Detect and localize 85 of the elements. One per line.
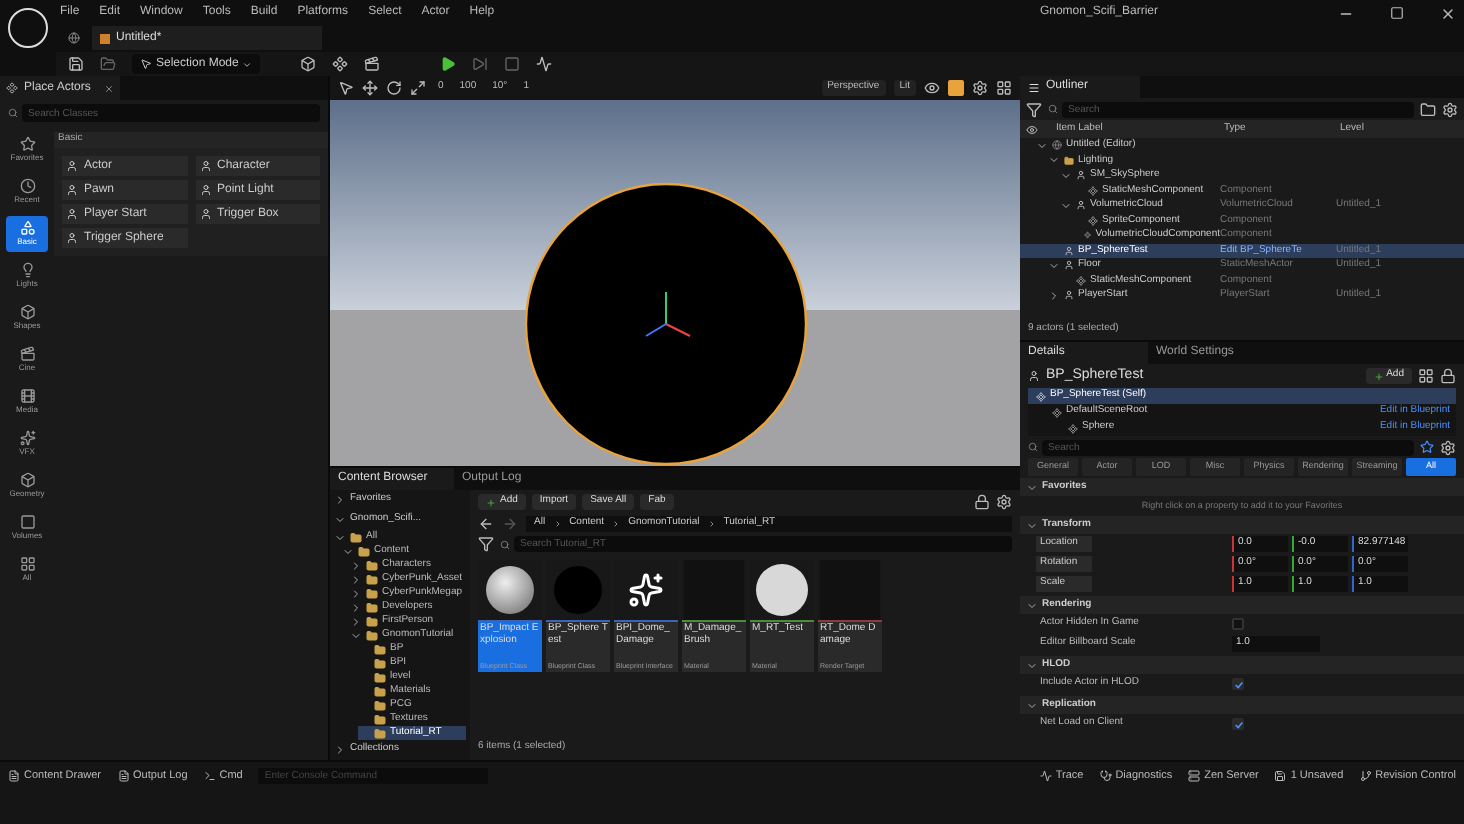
component-icon	[1084, 230, 1092, 241]
component-icon	[1036, 391, 1046, 401]
plus-icon	[1374, 371, 1385, 381]
actor-icon	[66, 160, 78, 172]
terminal-icon	[203, 770, 216, 782]
drawer-icon	[8, 770, 20, 782]
settings-icon[interactable]	[996, 494, 1012, 510]
actor-icon	[1064, 290, 1074, 301]
component-icon	[1088, 185, 1098, 196]
maximize-icon[interactable]	[1390, 6, 1404, 20]
diagnostics-icon	[1099, 770, 1112, 782]
actor-icon	[1076, 170, 1086, 181]
grid-icon	[19, 556, 35, 572]
visibility-icon	[1026, 123, 1038, 135]
layout-icon[interactable]	[996, 80, 1012, 96]
actor-icon	[199, 184, 211, 196]
star-icon[interactable]	[1420, 440, 1434, 454]
actor-icon	[1028, 370, 1040, 382]
actor-icon	[66, 184, 78, 196]
component-icon	[1052, 407, 1062, 417]
search-icon	[8, 108, 18, 118]
component-icon	[1088, 215, 1098, 226]
cinematics-icon[interactable]	[364, 56, 381, 72]
branch-icon	[1359, 770, 1372, 782]
caret-icon	[242, 59, 253, 69]
dark-thumbnail	[820, 560, 880, 620]
search-icon	[500, 539, 510, 549]
actor-icon	[1064, 245, 1074, 256]
select-tool-icon[interactable]	[338, 80, 354, 96]
play-icon[interactable]	[440, 56, 457, 72]
actor-icon	[1076, 200, 1086, 211]
plus-icon	[486, 497, 496, 507]
sparkle-icon	[628, 572, 664, 608]
checkbox[interactable]	[1232, 718, 1244, 730]
back-icon[interactable]	[478, 516, 494, 532]
actor-icon	[1064, 260, 1074, 271]
clapperboard-icon	[19, 346, 35, 362]
sparkles-icon	[19, 430, 35, 446]
sphere-thumbnail	[756, 564, 808, 616]
server-icon	[1188, 770, 1201, 782]
checkbox[interactable]	[1232, 678, 1244, 690]
film-icon	[19, 388, 35, 404]
step-icon[interactable]	[472, 56, 489, 72]
clock-icon	[19, 178, 35, 194]
close-icon[interactable]	[1440, 5, 1456, 21]
folder-icon[interactable]	[1420, 101, 1436, 117]
shapes-icon	[19, 220, 35, 236]
log-icon	[117, 770, 130, 782]
square-icon	[19, 514, 35, 530]
save-icon[interactable]	[68, 56, 84, 72]
home-icon[interactable]	[68, 32, 80, 44]
folder-icon	[1064, 155, 1074, 166]
checkbox[interactable]	[1232, 618, 1244, 630]
world-icon	[1052, 140, 1062, 151]
star-icon	[19, 136, 35, 152]
pointer-icon	[140, 58, 152, 70]
cube-icon	[19, 304, 35, 320]
settings-icon[interactable]	[1440, 439, 1456, 455]
lightbulb-icon	[19, 262, 35, 278]
filter-icon[interactable]	[478, 536, 494, 552]
search-icon	[1028, 442, 1038, 452]
lock-icon[interactable]	[1440, 368, 1456, 384]
move-tool-icon[interactable]	[362, 80, 378, 96]
component-icon	[1076, 275, 1086, 286]
rotate-tool-icon[interactable]	[386, 80, 402, 96]
save-icon	[1274, 770, 1287, 782]
settings-icon[interactable]	[972, 80, 988, 96]
actor-icon	[66, 208, 78, 220]
actor-icon	[66, 232, 78, 244]
lock-icon[interactable]	[974, 494, 990, 510]
actor-icon	[199, 160, 211, 172]
cube-icon	[19, 472, 35, 488]
scale-tool-icon[interactable]	[410, 80, 426, 96]
show-icon[interactable]	[924, 80, 940, 96]
component-icon	[1068, 423, 1078, 433]
dark-thumbnail	[684, 560, 744, 620]
list-icon	[1028, 81, 1040, 93]
trace-icon	[1039, 770, 1052, 782]
actor-icon	[199, 208, 211, 220]
sphere-thumbnail	[486, 566, 534, 614]
filter-icon[interactable]	[1026, 101, 1042, 117]
sphere-thumbnail	[554, 566, 602, 614]
settings-icon[interactable]	[1442, 101, 1458, 117]
search-icon	[1048, 104, 1058, 114]
logo-icon	[8, 8, 48, 48]
